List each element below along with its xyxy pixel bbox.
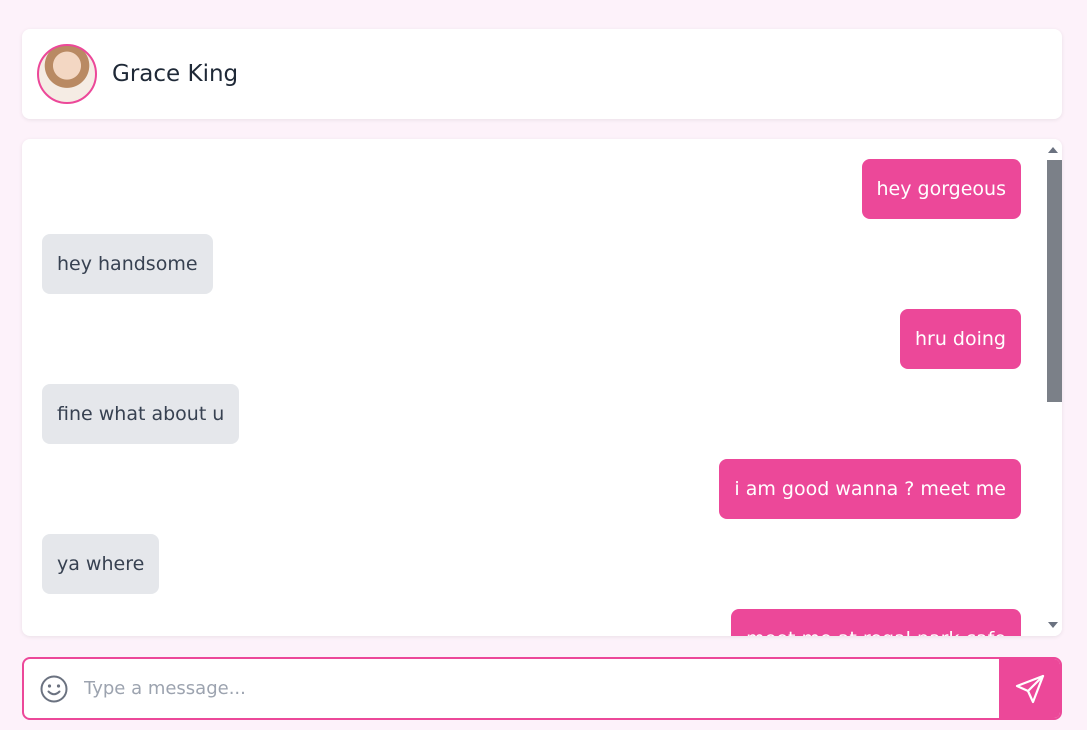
message-scrollbar[interactable]	[1044, 139, 1062, 636]
message-sent: i am good wanna ? meet me	[719, 459, 1021, 519]
scroll-down-icon[interactable]	[1048, 622, 1058, 628]
scrollbar-thumb[interactable]	[1047, 160, 1062, 402]
contact-name: Grace King	[112, 61, 239, 87]
smiley-icon	[40, 675, 68, 702]
chat-header: Grace King	[22, 29, 1062, 119]
message-list[interactable]: hey gorgeous hey handsome hru doing fine…	[22, 139, 1062, 636]
message-composer	[22, 657, 1062, 720]
scroll-up-icon[interactable]	[1048, 147, 1058, 153]
contact-avatar[interactable]	[37, 44, 97, 104]
message-input[interactable]	[84, 659, 999, 718]
message-received: hey handsome	[42, 234, 213, 294]
send-paper-plane-icon	[1015, 674, 1044, 703]
message-sent: hru doing	[899, 309, 1021, 369]
send-button[interactable]	[999, 659, 1060, 718]
message-sent: hey gorgeous	[861, 159, 1021, 219]
emoji-button[interactable]	[24, 659, 84, 718]
message-scroll-area: hey gorgeous hey handsome hru doing fine…	[22, 139, 1044, 636]
message-received: ya where	[42, 534, 160, 594]
message-received: fine what about u	[42, 384, 240, 444]
message-sent: meet me at regal park cafe	[731, 609, 1021, 636]
